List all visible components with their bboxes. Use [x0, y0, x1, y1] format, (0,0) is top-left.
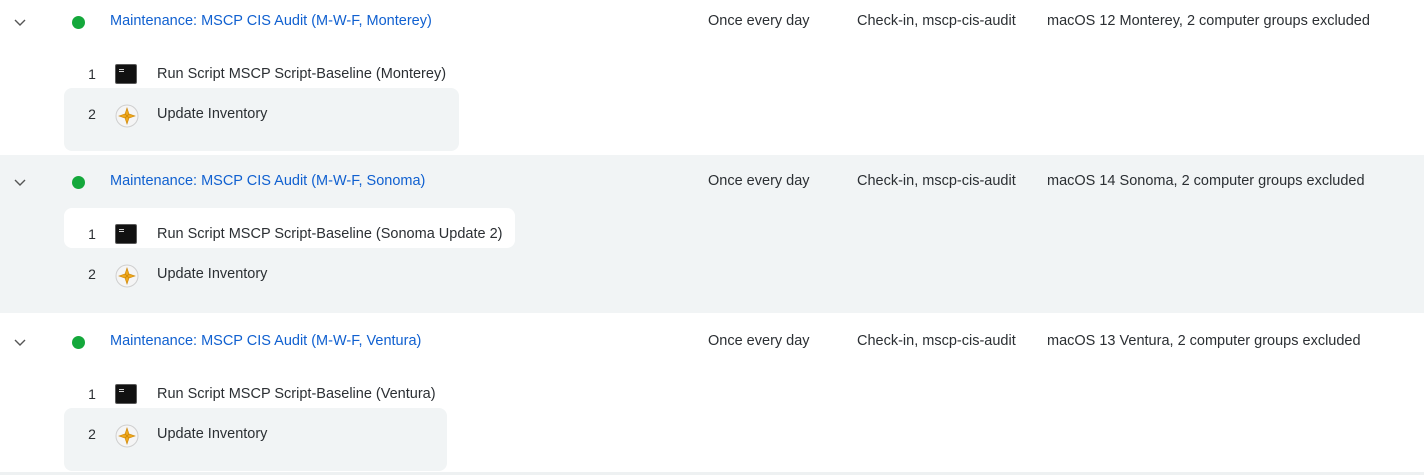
step-label: Run Script MSCP Script-Baseline (Sonoma …: [157, 226, 503, 242]
step-number: 1: [88, 66, 96, 82]
policy-name-link[interactable]: Maintenance: MSCP CIS Audit (M-W-F, Sono…: [110, 173, 425, 189]
policy-row: Maintenance: MSCP CIS Audit (M-W-F, Sono…: [0, 155, 1424, 313]
step-number: 2: [88, 266, 96, 282]
status-enabled-icon: [72, 176, 85, 189]
status-enabled-icon: [72, 16, 85, 29]
policy-scope: macOS 14 Sonoma, 2 computer groups exclu…: [1047, 173, 1365, 189]
step-number: 2: [88, 426, 96, 442]
policy-frequency: Once every day: [708, 333, 810, 349]
policy-scope: macOS 12 Monterey, 2 computer groups exc…: [1047, 13, 1370, 29]
step-number: 1: [88, 226, 96, 242]
terminal-icon: [115, 224, 139, 246]
policy-trigger: Check-in, mscp-cis-audit: [857, 13, 1016, 29]
chevron-down-icon[interactable]: [12, 334, 28, 350]
policy-name-link[interactable]: Maintenance: MSCP CIS Audit (M-W-F, Vent…: [110, 333, 421, 349]
inventory-icon: [115, 104, 139, 128]
step-label: Update Inventory: [157, 426, 268, 442]
policy-name-link[interactable]: Maintenance: MSCP CIS Audit (M-W-F, Mont…: [110, 13, 432, 29]
policy-frequency: Once every day: [708, 13, 810, 29]
step-label: Run Script MSCP Script-Baseline (Montere…: [157, 66, 447, 82]
chevron-down-icon[interactable]: [12, 174, 28, 190]
step-label: Update Inventory: [157, 266, 268, 282]
status-enabled-icon: [72, 336, 85, 349]
chevron-down-icon[interactable]: [12, 14, 28, 30]
policy-trigger: Check-in, mscp-cis-audit: [857, 173, 1016, 189]
policy-scope: macOS 13 Ventura, 2 computer groups excl…: [1047, 333, 1361, 349]
step-number: 1: [88, 386, 96, 402]
terminal-icon: [115, 64, 139, 86]
policy-frequency: Once every day: [708, 173, 810, 189]
step-label: Update Inventory: [157, 106, 268, 122]
terminal-icon: [115, 384, 139, 406]
policy-row: Maintenance: MSCP CIS Audit (M-W-F, Mont…: [0, 0, 1424, 158]
inventory-icon: [115, 264, 139, 288]
step-number: 2: [88, 106, 96, 122]
policy-row: Maintenance: MSCP CIS Audit (M-W-F, Vent…: [0, 313, 1424, 472]
inventory-icon: [115, 424, 139, 448]
policy-trigger: Check-in, mscp-cis-audit: [857, 333, 1016, 349]
step-label: Run Script MSCP Script-Baseline (Ventura…: [157, 386, 436, 402]
